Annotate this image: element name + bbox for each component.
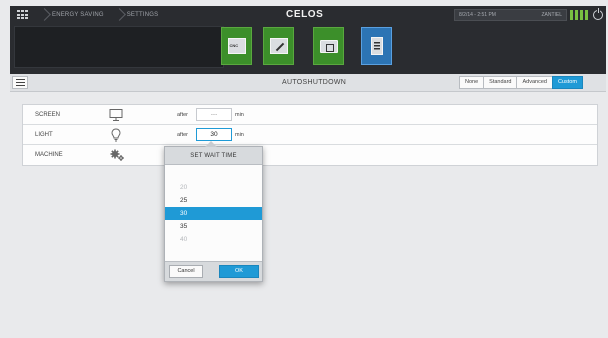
mode-selector: None Standard Advanced Custom <box>459 76 583 89</box>
setting-row-light: LIGHT after 30 min <box>23 125 597 145</box>
breadcrumb-energy-saving[interactable]: ENERGY SAVING <box>52 12 104 18</box>
breadcrumb-settings[interactable]: SETTINGS <box>127 12 159 18</box>
power-icon[interactable] <box>593 8 603 20</box>
status-box: 8/2/14 - 2:51 PM ZANTIEL <box>454 9 567 21</box>
app-grid-icon[interactable] <box>17 10 29 20</box>
app-tile-calculator[interactable] <box>361 27 392 65</box>
after-label: after <box>177 112 189 118</box>
screen-wait-field[interactable]: --- <box>196 108 232 121</box>
picker-option-20[interactable]: 20 <box>165 181 262 194</box>
ok-button[interactable]: OK <box>219 265 259 278</box>
setting-row-machine: MACHINE <box>23 145 597 165</box>
picker-option-25[interactable]: 25 <box>165 194 262 207</box>
unit-label: min <box>235 112 244 118</box>
row-label: LIGHT <box>35 132 53 138</box>
cnc-icon <box>227 38 246 54</box>
app-tile-file-manager[interactable] <box>313 27 344 65</box>
signal-strength-icon <box>570 10 588 20</box>
gears-icon <box>110 149 124 161</box>
lightbulb-icon <box>111 128 121 142</box>
app-tile-editor[interactable] <box>263 27 294 65</box>
app-tile-cnc[interactable] <box>221 27 252 65</box>
mode-none-button[interactable]: None <box>459 76 485 89</box>
picker-option-30[interactable]: 30 <box>165 207 262 220</box>
picker-option-35[interactable]: 35 <box>165 220 262 233</box>
row-label: MACHINE <box>35 152 63 158</box>
user-label: ZANTIEL <box>541 12 562 18</box>
monitor-icon <box>109 109 123 121</box>
page-title: AUTOSHUTDOWN <box>282 79 347 86</box>
unit-label: min <box>235 132 244 138</box>
light-wait-field[interactable]: 30 <box>196 128 232 141</box>
toolbar: AUTOSHUTDOWN None Standard Advanced Cust… <box>10 74 606 92</box>
mode-custom-button[interactable]: Custom <box>551 76 583 89</box>
row-label: SCREEN <box>35 112 61 118</box>
breadcrumb-separator-icon <box>39 6 49 24</box>
popover-footer: Cancel OK <box>165 261 262 281</box>
picker-option-40[interactable]: 40 <box>165 233 262 246</box>
datetime-label: 8/2/14 - 2:51 PM <box>459 12 496 18</box>
calculator-icon <box>370 37 383 55</box>
setting-row-screen: SCREEN after --- min <box>23 105 597 125</box>
menu-button[interactable] <box>12 76 28 89</box>
mode-standard-button[interactable]: Standard <box>483 76 518 89</box>
breadcrumb-separator-icon <box>114 6 124 24</box>
info-display <box>14 26 224 68</box>
pencil-icon <box>269 38 288 54</box>
folder-icon <box>319 39 338 53</box>
settings-list: SCREEN after --- min LIGHT after 30 min … <box>22 104 598 166</box>
wait-time-picker[interactable]: 20 25 30 35 40 <box>165 181 262 246</box>
after-label: after <box>177 132 189 138</box>
app-title: CELOS <box>286 9 324 20</box>
top-bar: ENERGY SAVING SETTINGS CELOS 8/2/14 - 2:… <box>10 6 606 74</box>
popover-title: SET WAIT TIME <box>165 147 262 165</box>
mode-advanced-button[interactable]: Advanced <box>516 76 553 89</box>
cancel-button[interactable]: Cancel <box>169 265 203 278</box>
wait-time-popover: SET WAIT TIME 20 25 30 35 40 Cancel OK <box>164 141 263 282</box>
popover-arrow <box>205 141 217 147</box>
